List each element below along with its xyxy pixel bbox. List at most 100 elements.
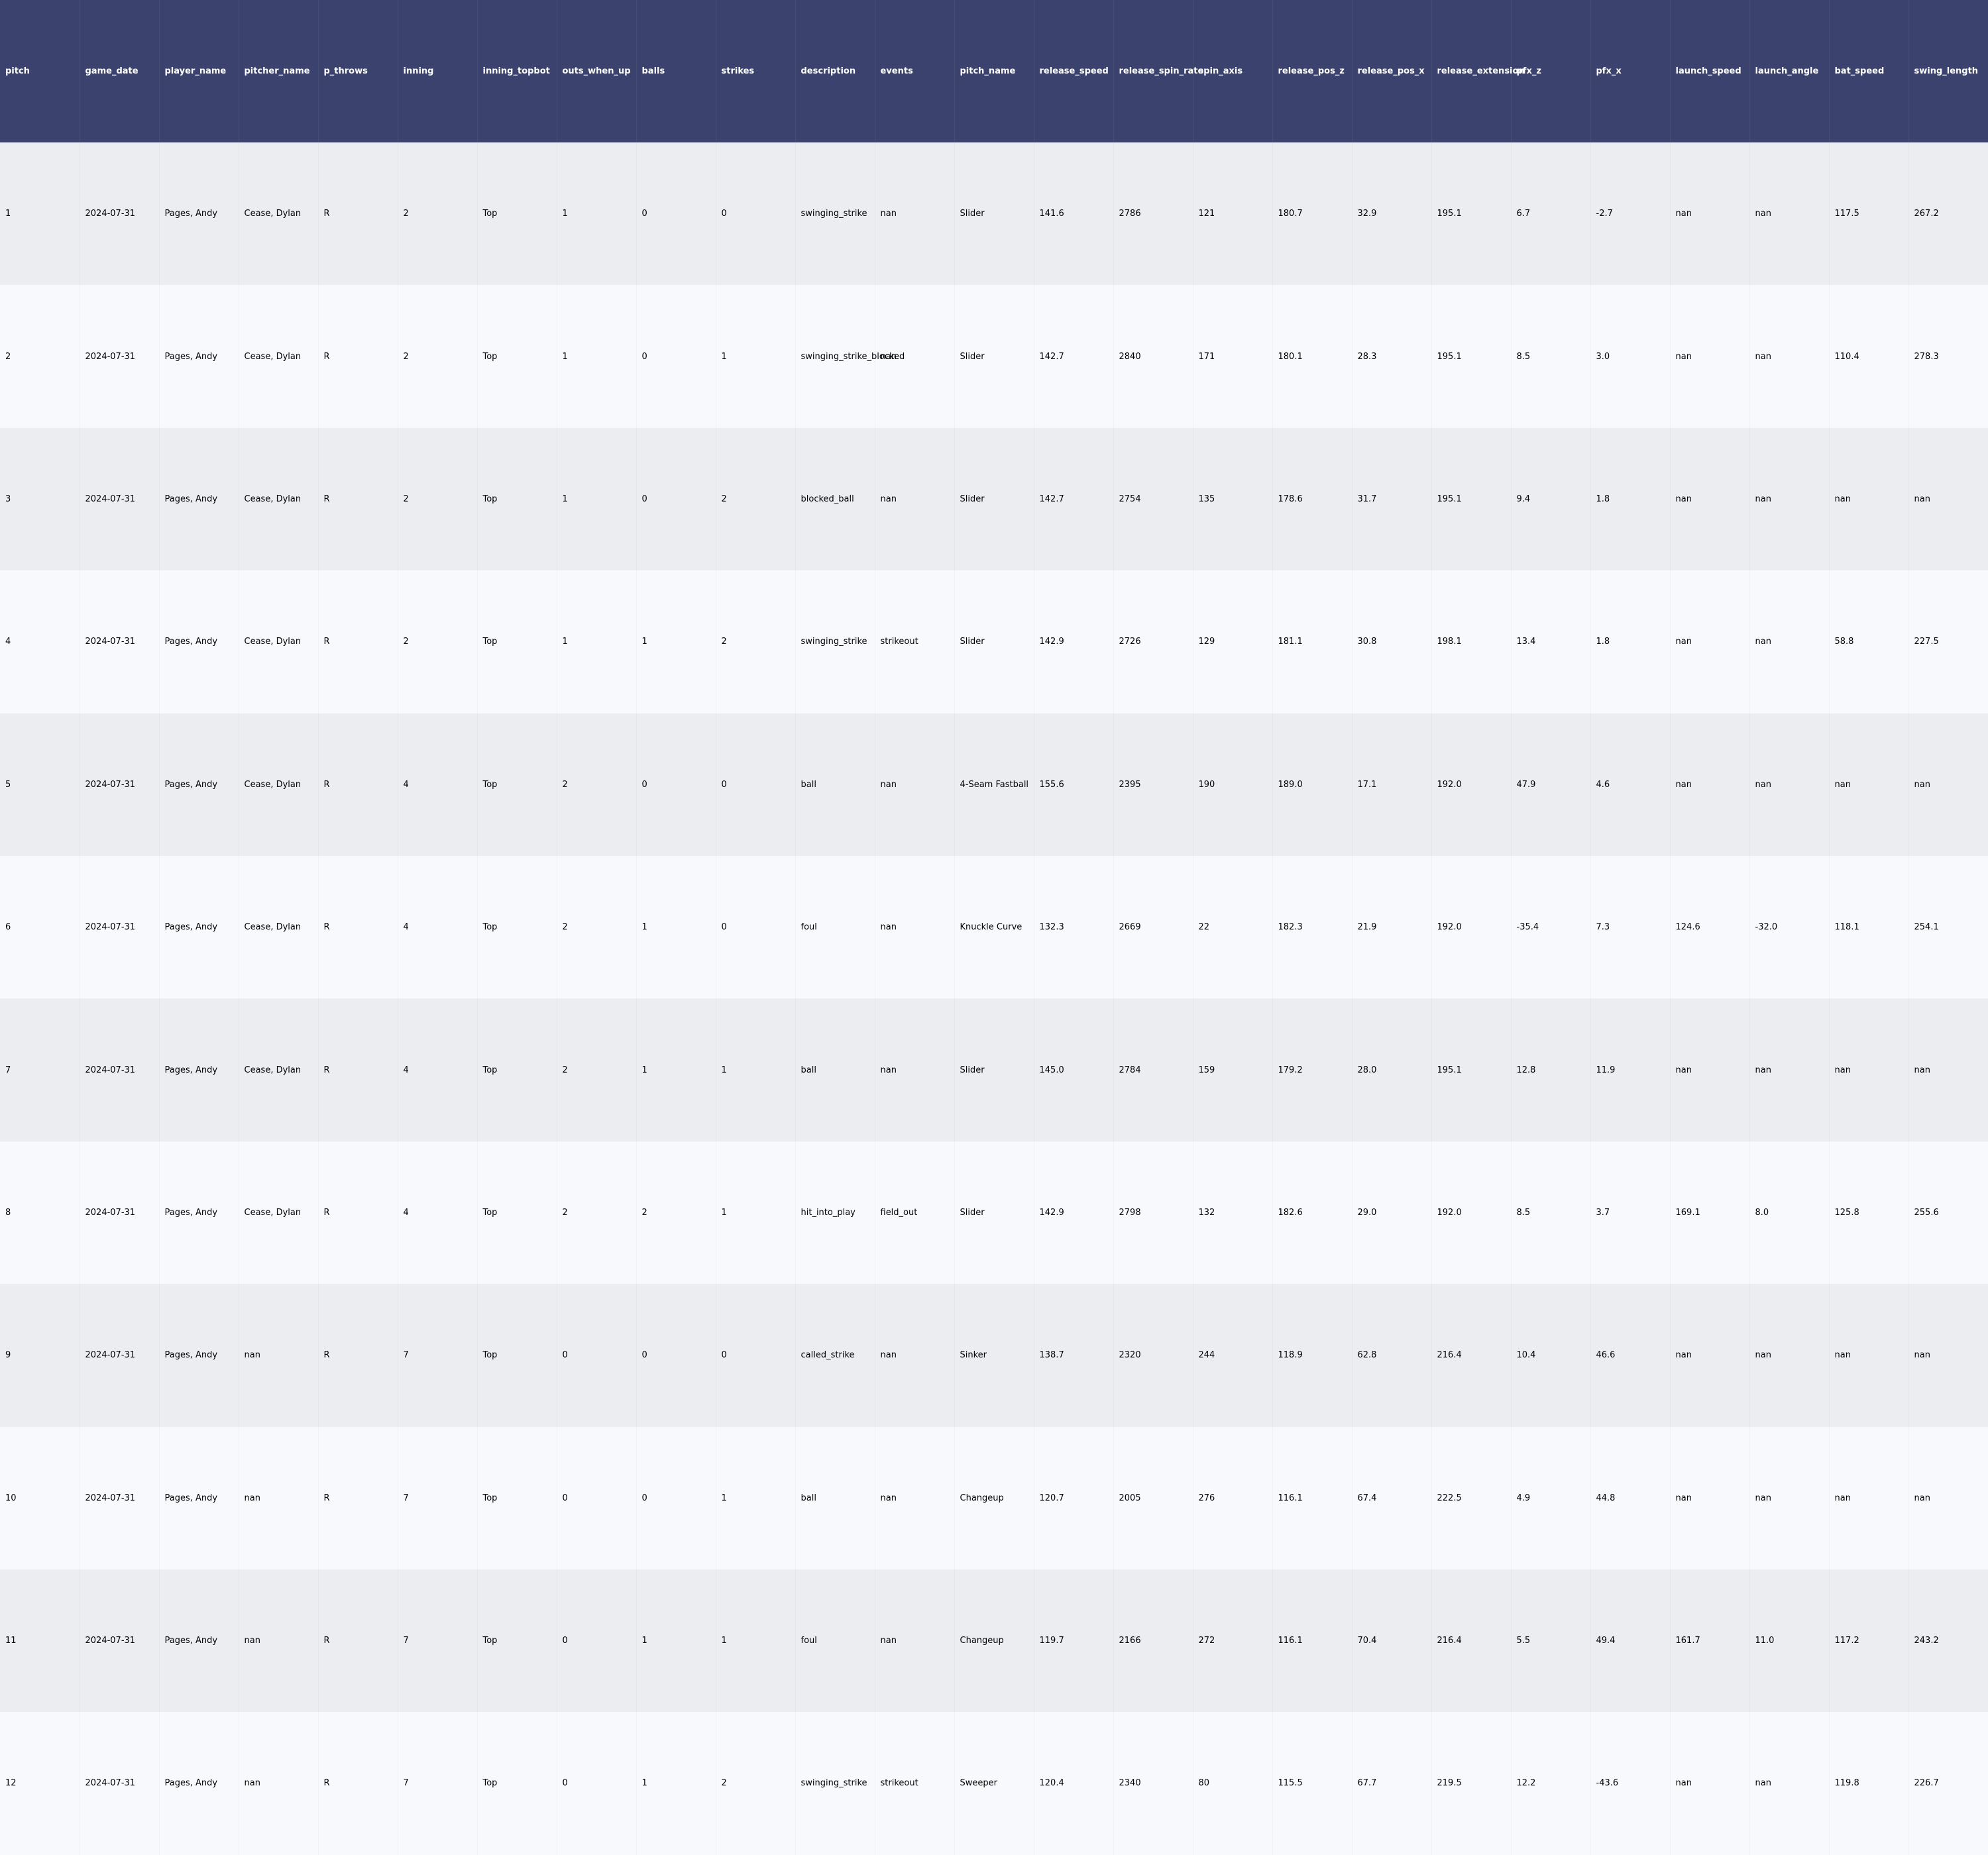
cell-pitch-name: Slider	[954, 570, 1034, 713]
cell-pfx-x: 3.7	[1590, 1141, 1670, 1284]
column-header-description[interactable]: description	[795, 0, 875, 142]
table-row[interactable]: 3 2024-07-31 Pages, Andy Cease, Dylan R 2 Top 1…	[0, 427, 1988, 571]
cell-swing-length: nan	[1908, 1427, 1988, 1569]
table-row[interactable]: 11 2024-07-31 Pages, Andy nan R 7 Top 0 1 1 foul na…	[0, 1569, 1988, 1713]
cell-release-pos-z: 189.0	[1272, 714, 1352, 856]
column-header-pitcher-name[interactable]: pitcher_name	[238, 0, 318, 142]
cell-strikes: 1	[716, 285, 795, 427]
cell-swing-length: 226.7	[1908, 1712, 1988, 1854]
cell-pfx-z: 13.4	[1511, 570, 1590, 713]
cell-launch-angle: nan	[1749, 428, 1829, 570]
cell-launch-speed: 161.7	[1670, 1569, 1749, 1712]
table-row[interactable]: 1 2024-07-31 Pages, Andy Cease, Dylan R 2 Top 1…	[0, 142, 1988, 286]
cell-outs-when-up: 0	[557, 1427, 636, 1569]
table-row[interactable]: 12 2024-07-31 Pages, Andy nan R 7 Top 0 1 2 swingi…	[0, 1712, 1988, 1855]
table-row[interactable]: 7 2024-07-31 Pages, Andy Cease, Dylan R 4 Top 2…	[0, 998, 1988, 1141]
column-header-bat-speed[interactable]: bat_speed	[1828, 0, 1908, 142]
cell-inning-topbot: Top	[477, 1427, 557, 1569]
column-header-inning-topbot[interactable]: inning_topbot	[476, 0, 557, 142]
column-header-release-pos-x[interactable]: release_pos_x	[1351, 0, 1431, 142]
cell-pfx-z: -35.4	[1511, 856, 1590, 998]
column-header-p-throws[interactable]: p_throws	[317, 0, 398, 142]
column-header-player-name[interactable]: player_name	[158, 0, 239, 142]
cell-game-date: 2024-07-31	[80, 1712, 159, 1854]
cell-outs-when-up: 1	[557, 570, 636, 713]
cell-bat-speed: 58.8	[1829, 570, 1908, 713]
cell-release-pos-z: 116.1	[1272, 1427, 1352, 1569]
cell-events: nan	[875, 998, 954, 1141]
cell-launch-speed: 169.1	[1670, 1141, 1749, 1284]
cell-player-name: Pages, Andy	[159, 1284, 239, 1426]
cell-events: nan	[875, 1569, 954, 1712]
cell-inning: 2	[398, 428, 477, 570]
table-row[interactable]: 2 2024-07-31 Pages, Andy Cease, Dylan R 2 Top 1…	[0, 285, 1988, 428]
table-row[interactable]: 9 2024-07-31 Pages, Andy nan R 7 Top 0 0 0 called_…	[0, 1284, 1988, 1427]
cell-pfx-x: 4.6	[1590, 714, 1670, 856]
cell-strikes: 1	[716, 1141, 795, 1284]
cell-launch-angle: nan	[1749, 998, 1829, 1141]
cell-launch-angle: nan	[1749, 1427, 1829, 1569]
cell-pitch: 5	[5, 779, 11, 790]
table-row[interactable]: 8 2024-07-31 Pages, Andy Cease, Dylan R 4 Top 2…	[0, 1141, 1988, 1285]
cell-outs-when-up: 2	[557, 856, 636, 998]
cell-game-date: 2024-07-31	[80, 1284, 159, 1426]
column-header-inning[interactable]: inning	[397, 0, 477, 142]
column-header-swing-length[interactable]: swing_length	[1908, 0, 1988, 142]
column-header-pfx-x[interactable]: pfx_x	[1590, 0, 1670, 142]
cell-release-pos-z: 182.3	[1272, 856, 1352, 998]
cell-strikes: 0	[716, 142, 795, 285]
table-row[interactable]: 5 2024-07-31 Pages, Andy Cease, Dylan R 4 Top 2…	[0, 713, 1988, 856]
cell-description: swinging_strike	[795, 570, 875, 713]
cell-description: swinging_strike	[795, 142, 875, 285]
cell-release-speed: 142.7	[1034, 285, 1113, 427]
cell-pitcher-name: nan	[239, 1569, 318, 1712]
pitch-data-table: pitch game_date player_name pitcher_name p_t…	[0, 0, 1988, 1855]
column-header-pfx-z[interactable]: pfx_z	[1510, 0, 1590, 142]
cell-swing-length: nan	[1908, 1284, 1988, 1426]
column-header-release-extension[interactable]: release_extension	[1431, 0, 1525, 142]
cell-spin-axis: 22	[1193, 856, 1272, 998]
column-header-launch-angle[interactable]: launch_angle	[1749, 0, 1829, 142]
column-header-release-speed[interactable]: release_speed	[1033, 0, 1113, 142]
cell-spin-axis: 159	[1193, 998, 1272, 1141]
cell-pitcher-name: Cease, Dylan	[239, 428, 318, 570]
column-header-pitch-name[interactable]: pitch_name	[954, 0, 1034, 142]
cell-release-spin-rate: 2669	[1113, 856, 1193, 998]
column-header-launch-speed[interactable]: launch_speed	[1669, 0, 1749, 142]
cell-bat-speed: 117.5	[1829, 142, 1908, 285]
cell-pitch-name: Changeup	[954, 1569, 1034, 1712]
cell-launch-angle: nan	[1749, 142, 1829, 285]
cell-release-pos-x: 21.9	[1352, 856, 1431, 998]
cell-balls: 2	[636, 1141, 716, 1284]
cell-swing-length: 254.1	[1908, 856, 1988, 998]
column-header-outs-when-up[interactable]: outs_when_up	[556, 0, 636, 142]
table-row[interactable]: 10 2024-07-31 Pages, Andy nan R 7 Top 0 0 1 ball na…	[0, 1426, 1988, 1569]
column-header-spin-axis[interactable]: spin_axis	[1192, 0, 1272, 142]
column-header-release-spin-rate[interactable]: release_spin_rate	[1113, 0, 1203, 142]
column-header-game-date[interactable]: game_date	[79, 0, 159, 142]
column-header-events[interactable]: events	[874, 0, 954, 142]
column-header-strikes[interactable]: strikes	[715, 0, 795, 142]
cell-release-speed: 141.6	[1034, 142, 1113, 285]
cell-pitch-name: Knuckle Curve	[954, 856, 1034, 998]
cell-p-throws: R	[318, 1569, 398, 1712]
cell-p-throws: R	[318, 1141, 398, 1284]
cell-release-speed: 142.7	[1034, 428, 1113, 570]
cell-spin-axis: 272	[1193, 1569, 1272, 1712]
cell-bat-speed: nan	[1829, 714, 1908, 856]
cell-p-throws: R	[318, 856, 398, 998]
column-header-release-pos-z[interactable]: release_pos_z	[1272, 0, 1352, 142]
cell-pitch: 6	[5, 922, 11, 933]
column-header-pitch[interactable]: pitch	[0, 0, 80, 142]
cell-release-speed: 119.7	[1034, 1569, 1113, 1712]
column-header-balls[interactable]: balls	[635, 0, 716, 142]
cell-pitch-name: Sweeper	[954, 1712, 1034, 1854]
cell-pitch-name: Slider	[954, 428, 1034, 570]
cell-release-speed: 120.4	[1034, 1712, 1113, 1854]
cell-swing-length: 255.6	[1908, 1141, 1988, 1284]
cell-release-extension: 192.0	[1431, 1141, 1511, 1284]
table-row[interactable]: 6 2024-07-31 Pages, Andy Cease, Dylan R 4 Top 2…	[0, 855, 1988, 999]
cell-p-throws: R	[318, 285, 398, 427]
table-row[interactable]: 4 2024-07-31 Pages, Andy Cease, Dylan R 2 Top 1…	[0, 570, 1988, 714]
cell-bat-speed: nan	[1829, 998, 1908, 1141]
